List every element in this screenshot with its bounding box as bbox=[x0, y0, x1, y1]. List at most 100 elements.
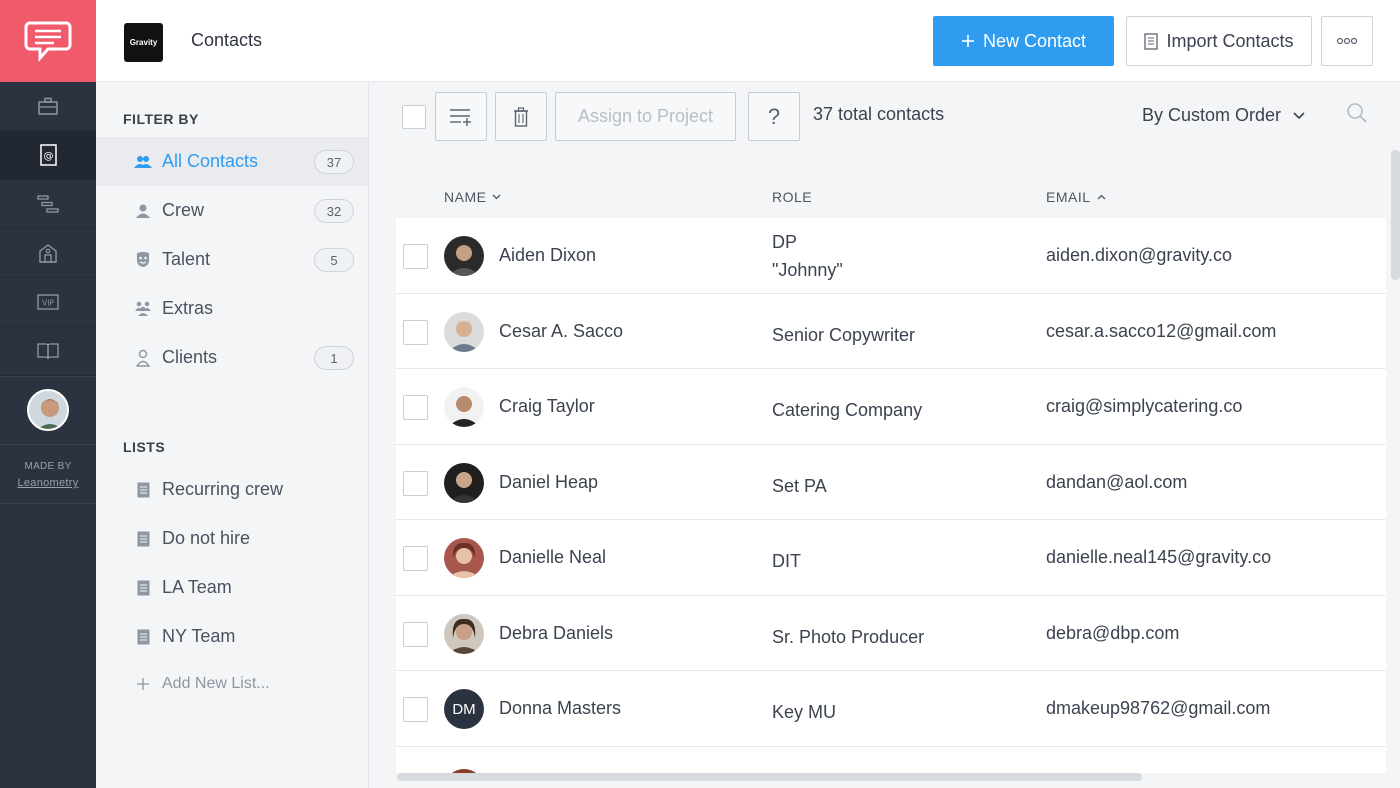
rail-projects[interactable] bbox=[0, 82, 96, 131]
contacts-toolbar: Assign to Project ? 37 total contacts By… bbox=[369, 82, 1400, 149]
table-row[interactable]: Craig Taylor Catering Company craig@simp… bbox=[396, 369, 1386, 445]
row-checkbox[interactable] bbox=[403, 470, 428, 496]
sort-dropdown[interactable]: By Custom Order bbox=[1142, 105, 1305, 126]
contact-name: Danielle Neal bbox=[499, 547, 607, 567]
filter-all-contacts[interactable]: All Contacts 37 bbox=[96, 137, 368, 186]
vertical-scrollbar[interactable] bbox=[1391, 150, 1400, 280]
column-header-role-label: ROLE bbox=[772, 189, 813, 205]
column-header-email[interactable]: EMAIL bbox=[1046, 189, 1106, 205]
row-checkbox[interactable] bbox=[403, 546, 428, 571]
filter-label: Clients bbox=[162, 347, 218, 367]
table-row[interactable]: Danielle Neal DIT danielle.neal145@gravi… bbox=[396, 520, 1386, 596]
contact-email: dandan@aol.com bbox=[1046, 471, 1188, 492]
import-contacts-button[interactable]: Import Contacts bbox=[1126, 16, 1312, 66]
list-doc-icon bbox=[137, 482, 149, 497]
column-header-name[interactable]: NAME bbox=[444, 189, 501, 205]
list-ny-team[interactable]: NY Team bbox=[96, 612, 368, 661]
list-doc-icon bbox=[137, 629, 149, 644]
rail-library[interactable] bbox=[0, 327, 96, 376]
column-header-name-label: NAME bbox=[444, 189, 487, 205]
add-new-list-label: Add New List... bbox=[162, 674, 270, 692]
contact-name: Daniel Heap bbox=[499, 471, 599, 492]
page-title: Contacts bbox=[191, 30, 263, 50]
filter-extras[interactable]: Extras bbox=[96, 284, 368, 333]
filter-count-badge: 1 bbox=[314, 346, 354, 370]
table-row[interactable] bbox=[396, 746, 1386, 773]
rail-contacts[interactable]: @ bbox=[0, 131, 96, 180]
company-logo[interactable]: Gravity bbox=[124, 23, 163, 62]
row-checkbox[interactable] bbox=[403, 395, 428, 420]
user-avatar[interactable] bbox=[27, 389, 69, 431]
list-do-not-hire[interactable]: Do not hire bbox=[96, 514, 368, 563]
table-row[interactable]: DM Donna Masters Key MU dmakeup98762@gma… bbox=[396, 671, 1386, 747]
sort-descending-icon bbox=[492, 194, 501, 200]
select-all-checkbox[interactable] bbox=[402, 105, 426, 129]
contact-avatar bbox=[444, 613, 484, 654]
made-by-label: MADE BY bbox=[24, 461, 72, 472]
contact-avatar bbox=[444, 311, 484, 352]
more-options-button[interactable] bbox=[1321, 16, 1373, 66]
top-header: Gravity Contacts New Contact Import Cont… bbox=[96, 0, 1400, 82]
plus-icon bbox=[137, 677, 149, 690]
table-row[interactable]: Cesar A. Sacco Senior Copywriter cesar.a… bbox=[396, 293, 1386, 369]
filter-count-badge: 32 bbox=[314, 199, 354, 223]
company-logo-text: Gravity bbox=[129, 38, 158, 47]
made-by-link[interactable]: Leanometry bbox=[0, 475, 96, 491]
contact-name: Donna Masters bbox=[499, 698, 622, 718]
users-group-icon bbox=[134, 155, 152, 168]
search-icon[interactable] bbox=[1346, 102, 1368, 124]
new-contact-label: New Contact bbox=[982, 30, 1087, 51]
contact-avatar bbox=[444, 387, 484, 427]
list-label: LA Team bbox=[162, 577, 232, 597]
filter-count-badge: 5 bbox=[314, 248, 354, 272]
new-contact-button[interactable]: New Contact bbox=[933, 16, 1114, 66]
chat-bubble-icon bbox=[24, 21, 72, 62]
add-to-list-icon bbox=[450, 108, 471, 126]
help-button[interactable]: ? bbox=[748, 92, 800, 141]
lists-section-title: LISTS bbox=[123, 439, 166, 455]
row-checkbox[interactable] bbox=[403, 319, 428, 345]
row-checkbox[interactable] bbox=[403, 621, 428, 647]
contact-avatar bbox=[444, 462, 484, 503]
rail-vip[interactable]: VIP bbox=[0, 278, 96, 327]
column-header-email-label: EMAIL bbox=[1046, 189, 1091, 205]
table-body: Aiden Dixon DP "Johnny" aiden.dixon@grav… bbox=[396, 218, 1386, 773]
contact-role: Senior Copywriter bbox=[772, 324, 916, 345]
table-row[interactable]: Aiden Dixon DP "Johnny" aiden.dixon@grav… bbox=[396, 218, 1386, 294]
contact-name: Aiden Dixon bbox=[499, 245, 597, 265]
assign-to-project-button[interactable]: Assign to Project bbox=[555, 92, 736, 141]
contact-email: danielle.neal145@gravity.co bbox=[1046, 547, 1272, 567]
gantt-icon bbox=[37, 195, 59, 213]
table-row[interactable]: Debra Daniels Sr. Photo Producer debra@d… bbox=[396, 595, 1386, 671]
rail-schedule[interactable] bbox=[0, 180, 96, 229]
row-checkbox[interactable] bbox=[403, 697, 428, 722]
assign-to-project-label: Assign to Project bbox=[577, 106, 714, 126]
add-to-list-button[interactable] bbox=[435, 92, 487, 141]
filter-crew[interactable]: Crew 32 bbox=[96, 186, 368, 235]
delete-button[interactable] bbox=[495, 92, 547, 141]
add-new-list-button[interactable]: Add New List... bbox=[96, 659, 368, 708]
row-checkbox[interactable] bbox=[403, 244, 428, 269]
filter-label: All Contacts bbox=[162, 151, 259, 171]
rail-locations[interactable] bbox=[0, 229, 96, 278]
app-logo[interactable] bbox=[0, 0, 96, 82]
list-la-team[interactable]: LA Team bbox=[96, 563, 368, 612]
contact-email: debra@dbp.com bbox=[1046, 622, 1180, 643]
contact-name: Debra Daniels bbox=[499, 622, 614, 643]
contact-name: Craig Taylor bbox=[499, 396, 595, 416]
contact-avatar bbox=[444, 538, 484, 578]
document-icon bbox=[1144, 32, 1159, 50]
contact-email: aiden.dixon@gravity.co bbox=[1046, 245, 1233, 265]
list-doc-icon bbox=[137, 580, 149, 595]
more-dots-icon bbox=[1336, 37, 1358, 45]
list-recurring-crew[interactable]: Recurring crew bbox=[96, 465, 368, 514]
contact-role: DIT bbox=[772, 551, 801, 571]
table-row[interactable]: Daniel Heap Set PA dandan@aol.com bbox=[396, 444, 1386, 520]
help-icon: ? bbox=[767, 103, 781, 129]
column-header-role[interactable]: ROLE bbox=[772, 189, 812, 205]
filter-clients[interactable]: Clients 1 bbox=[96, 333, 368, 382]
filter-talent[interactable]: Talent 5 bbox=[96, 235, 368, 284]
list-doc-icon bbox=[137, 531, 149, 546]
horizontal-scrollbar[interactable] bbox=[397, 773, 1142, 781]
total-contacts-count: 37 total contacts bbox=[813, 104, 945, 124]
